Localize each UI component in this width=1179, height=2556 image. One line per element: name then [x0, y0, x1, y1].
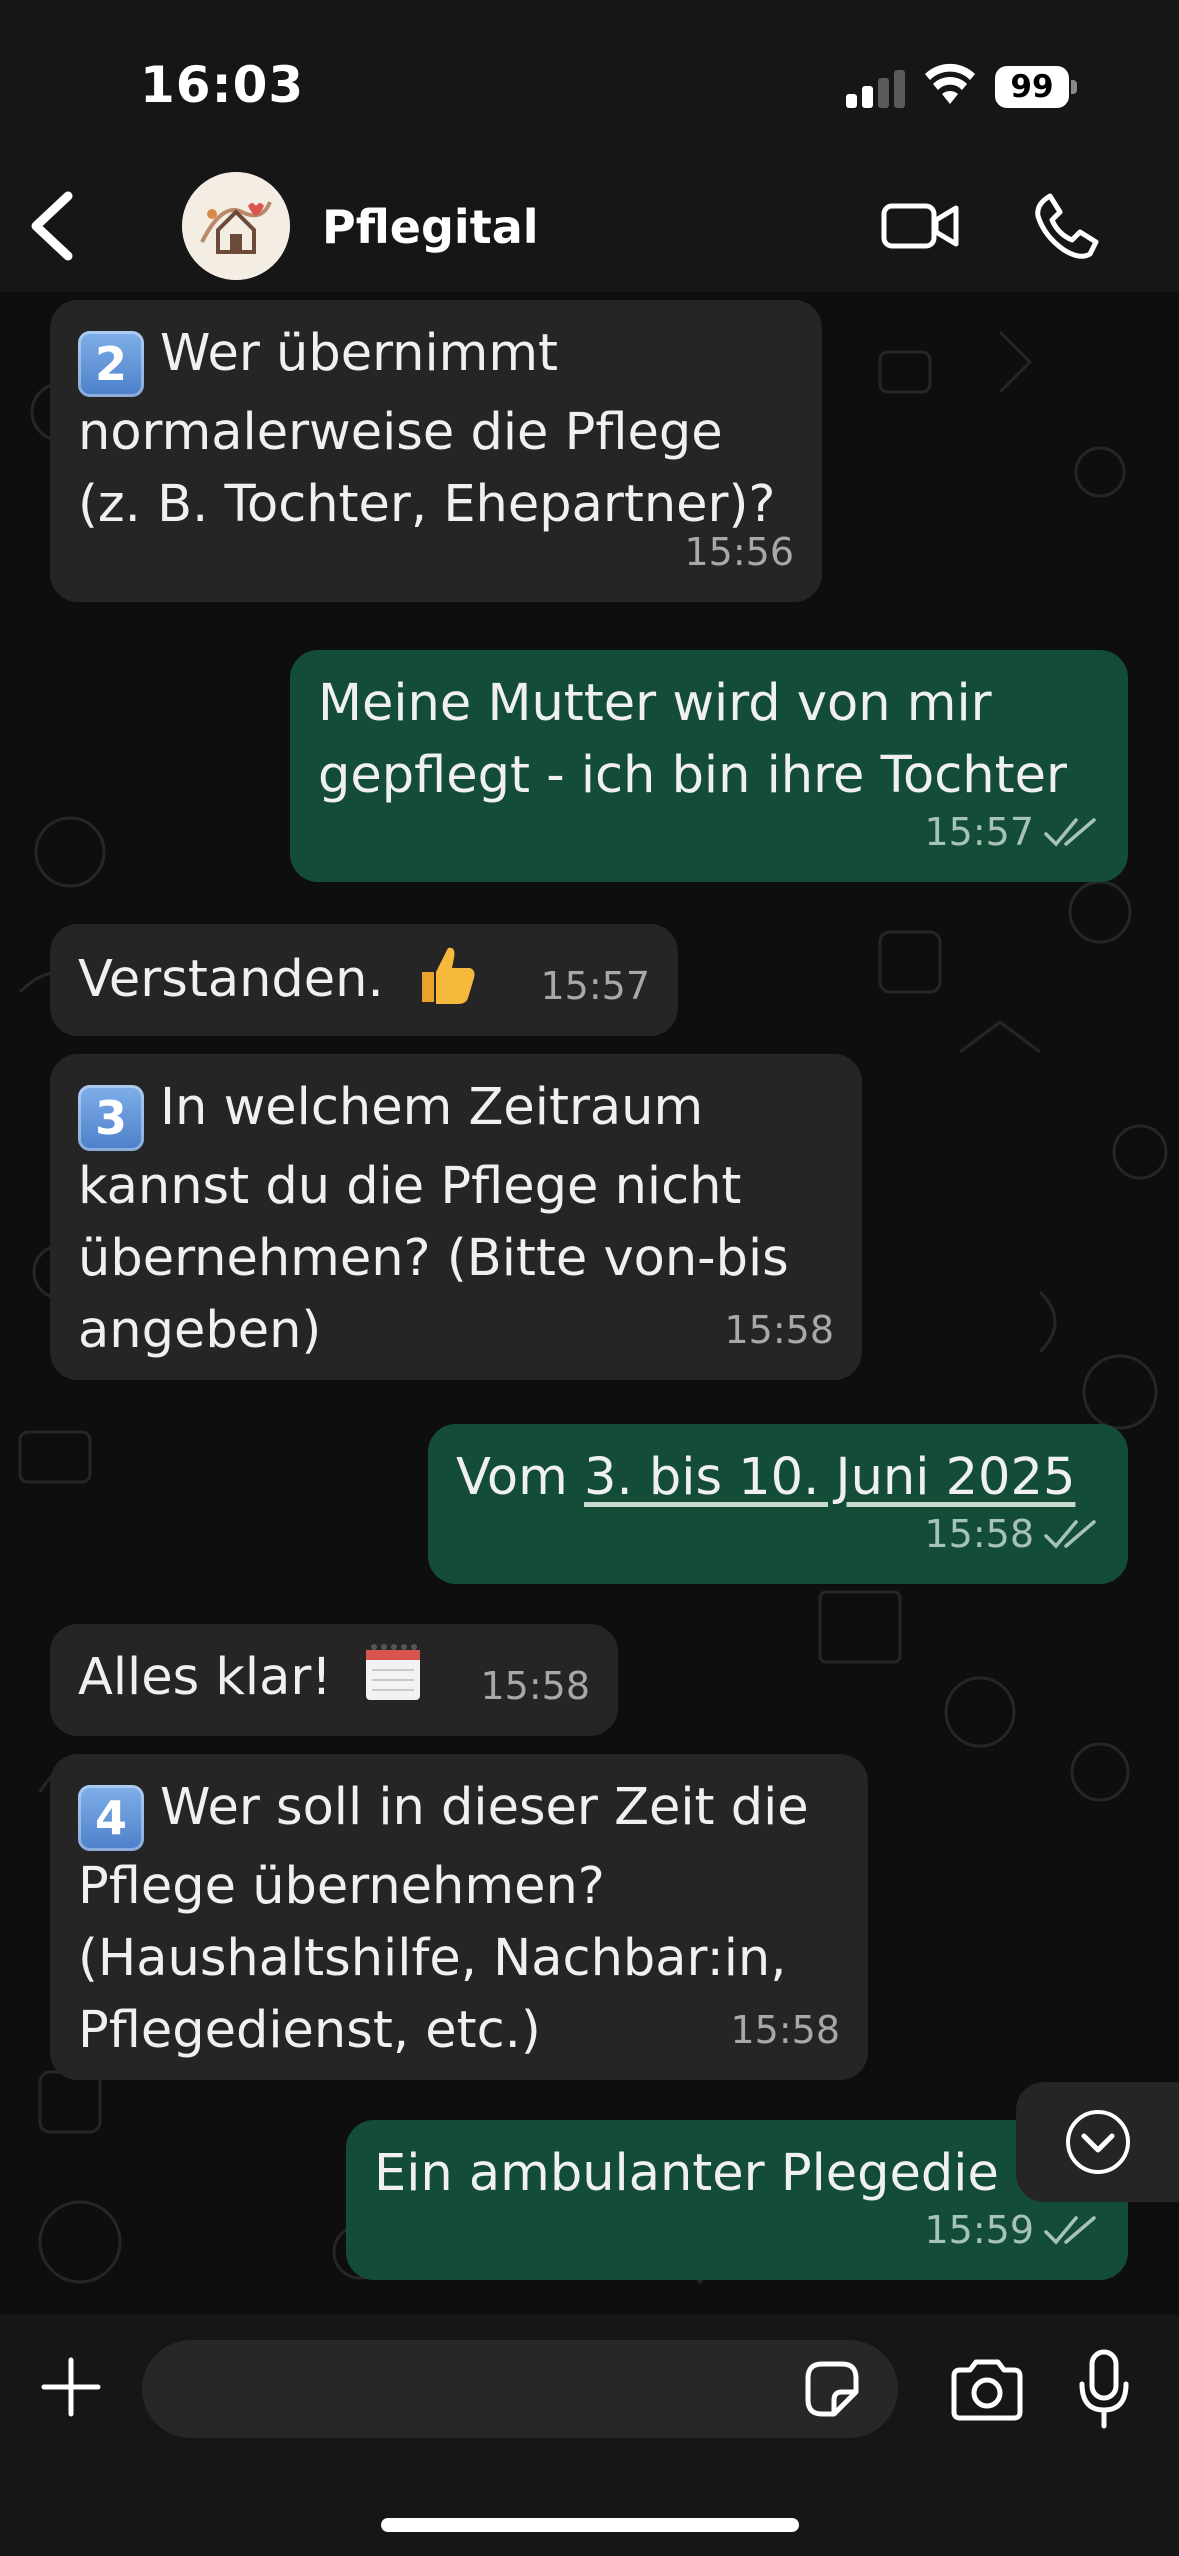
calendar-icon	[365, 1644, 420, 1700]
home-indicator	[381, 2518, 799, 2532]
microphone-icon[interactable]	[1076, 2348, 1132, 2430]
message-incoming[interactable]: Verstanden. 15:57	[50, 924, 678, 1036]
status-time: 16:03	[140, 56, 305, 114]
message-incoming[interactable]: 3 In welchem Zeitraum kannst du die Pfleg…	[50, 1054, 862, 1380]
battery-icon: 99	[995, 66, 1077, 108]
message-text: Wer soll in dieser Zeit die Pflege übern…	[78, 1778, 809, 2060]
battery-level: 99	[995, 66, 1069, 108]
wifi-icon	[925, 63, 975, 104]
message-time: 15:58	[480, 1664, 590, 1708]
read-receipt-icon	[1044, 818, 1096, 847]
message-time: 15:57	[924, 810, 1034, 854]
keycap-number: 3	[78, 1085, 144, 1151]
plus-icon[interactable]	[38, 2354, 104, 2420]
message-incoming[interactable]: 2 Wer übernimmt normalerweise die Pflege …	[50, 300, 822, 602]
message-text: Alles klar!	[78, 1648, 332, 1707]
read-receipt-icon	[1044, 2216, 1096, 2245]
contact-name[interactable]: Pflegital	[322, 200, 539, 254]
read-receipt-icon	[1044, 1520, 1096, 1549]
message-text: Wer übernimmt normalerweise die Pflege (…	[78, 324, 776, 534]
message-incoming[interactable]: Alles klar! 15:58	[50, 1624, 618, 1736]
message-outgoing[interactable]: Vom 3. bis 10. Juni 2025 15:58	[428, 1424, 1128, 1584]
keycap-number: 4	[78, 1785, 144, 1851]
keycap-number: 2	[78, 331, 144, 397]
message-text: Verstanden.	[78, 950, 384, 1009]
scroll-to-bottom-button[interactable]	[1016, 2082, 1179, 2202]
message-time: 15:58	[724, 1308, 834, 1352]
composer-bar	[0, 2314, 1179, 2556]
chevron-down-icon	[1066, 2110, 1130, 2174]
message-time: 15:58	[924, 1512, 1034, 1556]
video-camera-icon[interactable]	[880, 196, 960, 256]
message-text: Meine Mutter wird von mir gepflegt - ich…	[318, 674, 1067, 805]
thumbs-up-icon	[421, 947, 475, 1004]
message-incoming[interactable]: 4 Wer soll in dieser Zeit die Pflege über…	[50, 1754, 868, 2080]
message-time: 15:59	[924, 2208, 1034, 2252]
message-outgoing[interactable]: Ein ambulanter Plegedie 15:59	[346, 2120, 1128, 2280]
cellular-signal-icon	[846, 68, 906, 108]
message-time: 15:58	[730, 2008, 840, 2052]
chevron-left-icon[interactable]	[22, 186, 92, 266]
status-bar: 16:03 99	[0, 0, 1179, 160]
camera-icon[interactable]	[948, 2358, 1026, 2422]
message-text: In welchem Zeitraum kannst du die Pflege…	[78, 1078, 789, 1360]
message-text: Ein ambulanter Plegedie	[374, 2144, 999, 2203]
message-time: 15:56	[684, 530, 794, 574]
chat-header: Pflegital	[0, 160, 1179, 292]
phone-icon[interactable]	[1030, 190, 1102, 262]
message-input[interactable]	[142, 2340, 898, 2438]
avatar[interactable]	[182, 172, 290, 280]
chat-area[interactable]: 2 Wer übernimmt normalerweise die Pflege …	[0, 292, 1179, 2314]
message-text-prefix: Vom	[456, 1448, 585, 1507]
message-outgoing[interactable]: Meine Mutter wird von mir gepflegt - ich…	[290, 650, 1128, 882]
sticker-icon[interactable]	[800, 2358, 862, 2420]
message-time: 15:57	[540, 964, 650, 1008]
